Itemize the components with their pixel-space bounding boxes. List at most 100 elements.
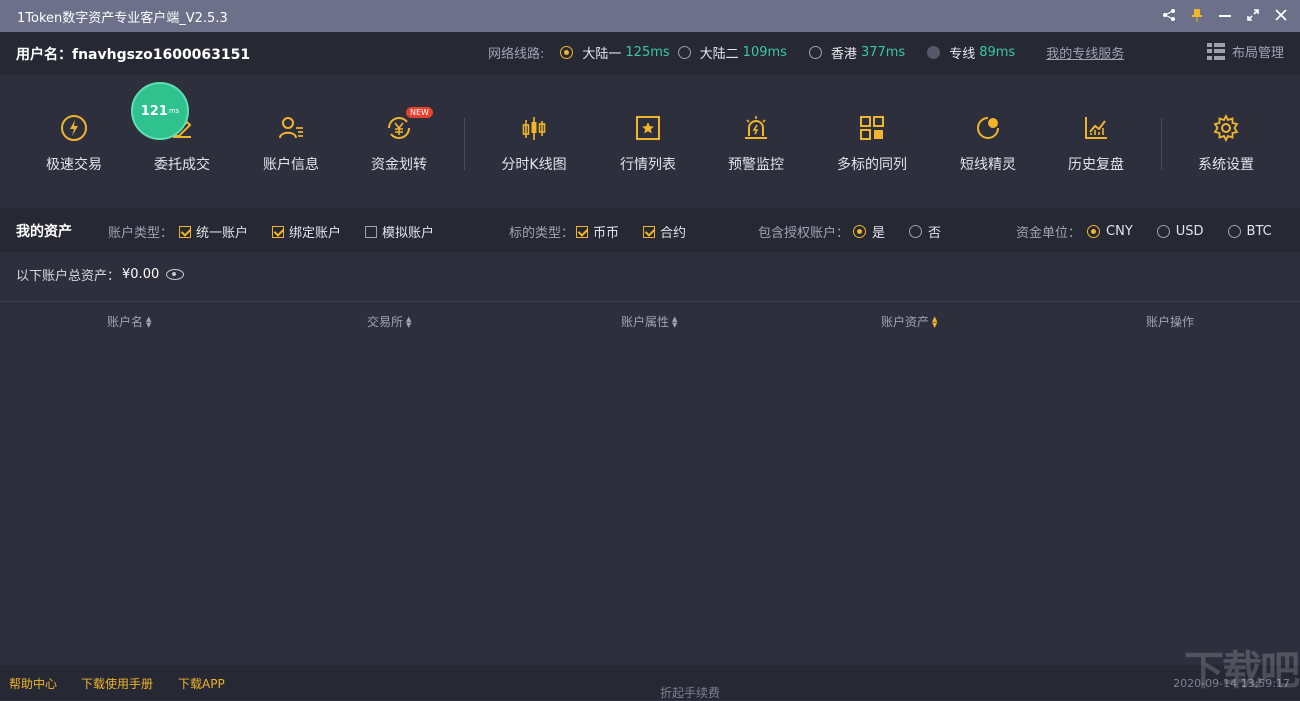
total-assets-row: 以下账户总资产： ¥0.00 xyxy=(16,265,185,284)
tool-fast-trade[interactable]: 极速交易 xyxy=(19,113,129,174)
tool-label: 多标的同列 xyxy=(837,157,907,173)
column-label: 交易所 xyxy=(367,315,404,329)
tool-system-settings[interactable]: 系统设置 xyxy=(1171,113,1281,174)
gear-icon xyxy=(1211,113,1241,143)
title-bar: 1Token数字资产专业客户端_V2.5.3 xyxy=(0,0,1300,32)
checkbox-contract[interactable]: 合约 xyxy=(643,222,686,241)
column-label: 账户操作 xyxy=(1146,315,1195,329)
checkbox-icon xyxy=(179,225,192,238)
network-label: 网络线路: xyxy=(488,47,545,62)
toolbar-divider xyxy=(464,118,465,170)
window-title: 1Token数字资产专业客户端_V2.5.3 xyxy=(17,11,228,26)
column-account-assets[interactable]: 账户资产 ▲ ▼ xyxy=(881,313,937,330)
column-account-name[interactable]: 账户名 ▲ ▼ xyxy=(107,313,151,330)
minimize-icon[interactable] xyxy=(1216,6,1234,24)
radio-label: USD xyxy=(1175,224,1204,239)
checkbox-spot[interactable]: 币币 xyxy=(576,222,619,241)
user-bar: 用户名：fnavhgszo1600063151 网络线路: 大陆一 125ms 大… xyxy=(0,32,1300,75)
tool-label: 账户信息 xyxy=(263,157,319,173)
tool-history-review[interactable]: 历史复盘 xyxy=(1041,113,1151,174)
tool-fund-transfer[interactable]: 资金划转 xyxy=(344,113,454,174)
layout-grid-icon xyxy=(1206,42,1225,61)
download-app-link[interactable]: 下载APP xyxy=(178,675,225,692)
new-badge: NEW xyxy=(406,107,433,118)
network-option-dedicated[interactable]: 专线 89ms xyxy=(927,43,1015,62)
radio-icon xyxy=(1087,225,1101,238)
star-list-icon xyxy=(633,113,663,143)
checkbox-label: 模拟账户 xyxy=(382,226,435,241)
tool-multi-target[interactable]: 多标的同列 xyxy=(817,113,927,174)
tool-label: 极速交易 xyxy=(46,157,102,173)
download-manual-link[interactable]: 下载使用手册 xyxy=(81,675,153,692)
radio-icon xyxy=(560,46,574,59)
ping-unit: ms xyxy=(168,107,180,115)
checkbox-bound-account[interactable]: 绑定账户 xyxy=(272,222,341,241)
tool-label: 预警监控 xyxy=(728,157,784,173)
account-type-label: 账户类型： xyxy=(108,226,174,241)
latency-value: 125ms xyxy=(625,45,670,60)
toolbar-divider xyxy=(1161,118,1162,170)
network-option-mainland-2[interactable]: 大陆二 109ms xyxy=(677,43,787,62)
radio-include-yes[interactable]: 是 xyxy=(853,222,885,241)
multi-grid-icon xyxy=(857,113,887,143)
tool-label: 历史复盘 xyxy=(1068,157,1124,173)
pin-icon[interactable] xyxy=(1188,6,1206,24)
target-type-filter: 标的类型： 币币 合约 xyxy=(509,222,686,241)
latency-value: 377ms xyxy=(860,45,906,60)
column-account-attribute[interactable]: 账户属性 ▲ ▼ xyxy=(621,313,677,330)
eye-icon[interactable] xyxy=(166,269,185,280)
my-line-service-link[interactable]: 我的专线服务 xyxy=(1046,43,1124,62)
maximize-icon[interactable] xyxy=(1244,6,1262,24)
radio-currency-btc[interactable]: BTC xyxy=(1227,224,1272,239)
network-selector: 网络线路: 大陆一 125ms 大陆二 109ms 香港 377ms 专线 89ms 我… xyxy=(488,43,1124,62)
footer-bar: 帮助中心 下载使用手册 下载APP 折起手续费 2020-09-14 13:59… xyxy=(0,665,1300,700)
tool-label: 委托成交 xyxy=(154,157,210,173)
tool-alert-monitor[interactable]: 预警监控 xyxy=(701,113,811,174)
sort-icon: ▲ ▼ xyxy=(146,314,152,329)
candlestick-icon xyxy=(519,113,549,143)
sort-icon: ▲ ▼ xyxy=(932,314,938,329)
tool-label: 系统设置 xyxy=(1198,157,1254,173)
column-label: 账户资产 xyxy=(881,315,930,329)
assets-filter-bar: 我的资产 账户类型： 统一账户 绑定账户 模拟账户 标的类型： 币币 合约 包含… xyxy=(0,208,1300,252)
username: 用户名：fnavhgszo1600063151 xyxy=(16,44,250,64)
checkbox-label: 统一账户 xyxy=(196,226,249,241)
radio-include-no[interactable]: 否 xyxy=(909,222,941,241)
network-option-hongkong[interactable]: 香港 377ms xyxy=(808,43,906,62)
checkbox-icon xyxy=(643,225,656,238)
username-label: 用户名： xyxy=(16,47,72,63)
sprite-icon xyxy=(973,113,1003,143)
network-option-name: 大陆一 xyxy=(582,47,622,62)
share-icon[interactable] xyxy=(1160,6,1178,24)
radio-label: BTC xyxy=(1246,224,1272,239)
close-icon[interactable] xyxy=(1272,6,1290,24)
radio-currency-cny[interactable]: CNY xyxy=(1087,224,1133,239)
column-exchange[interactable]: 交易所 ▲ ▼ xyxy=(367,313,411,330)
checkbox-simulated-account[interactable]: 模拟账户 xyxy=(365,222,434,241)
total-assets-label: 以下账户总资产： xyxy=(16,269,121,284)
radio-icon xyxy=(909,225,923,238)
radio-currency-usd[interactable]: USD xyxy=(1156,224,1204,239)
radio-label: 否 xyxy=(928,226,942,241)
tool-short-sprite[interactable]: 短线精灵 xyxy=(933,113,1043,174)
latency-ping-bubble[interactable]: 121 ms xyxy=(131,82,189,140)
radio-icon xyxy=(808,46,822,59)
user-info-icon xyxy=(276,113,306,143)
checkbox-unified-account[interactable]: 统一账户 xyxy=(179,222,248,241)
collapse-fee-toggle[interactable]: 折起手续费 xyxy=(660,684,720,701)
tool-kline[interactable]: 分时K线图 xyxy=(479,113,589,174)
radio-icon xyxy=(677,46,691,59)
tool-market-list[interactable]: 行情列表 xyxy=(593,113,703,174)
radio-icon xyxy=(927,46,941,59)
radio-icon xyxy=(1156,225,1170,238)
history-chart-icon xyxy=(1081,113,1111,143)
layout-manager-button[interactable]: 布局管理 xyxy=(1206,42,1284,61)
network-option-name: 香港 xyxy=(830,47,857,62)
checkbox-label: 合约 xyxy=(660,226,687,241)
watermark-logo: 下载吧 xyxy=(1184,648,1300,694)
tool-account-info[interactable]: 账户信息 xyxy=(236,113,346,174)
help-center-link[interactable]: 帮助中心 xyxy=(9,675,57,692)
tool-label: 行情列表 xyxy=(620,157,676,173)
checkbox-label: 绑定账户 xyxy=(289,226,342,241)
network-option-mainland-1[interactable]: 大陆一 125ms xyxy=(560,43,670,62)
